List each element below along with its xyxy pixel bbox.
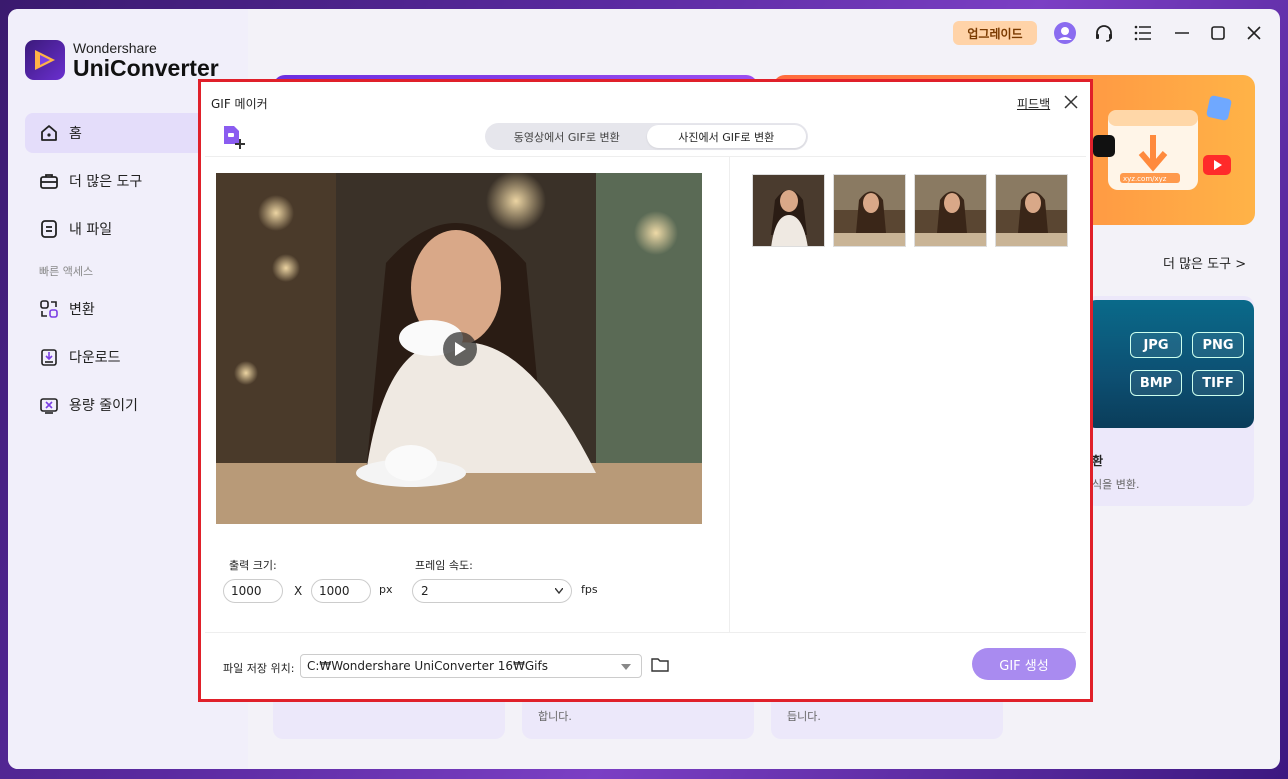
sidebar-item-label: 내 파일 xyxy=(69,222,113,238)
sidebar-item-label: 홈 xyxy=(69,126,82,142)
menu-icon[interactable] xyxy=(1132,22,1154,44)
format-badge: TIFF xyxy=(1192,370,1244,396)
card-description: 식을 변환. xyxy=(1092,478,1140,491)
product-name: UniConverter xyxy=(73,54,219,81)
sidebar-item-label: 용량 줄이기 xyxy=(69,398,138,414)
create-gif-button[interactable]: GIF 생성 xyxy=(972,648,1076,680)
download-icon xyxy=(39,347,59,367)
headset-icon[interactable] xyxy=(1093,22,1115,44)
save-path-select[interactable]: C:₩Wondershare UniConverter 16₩Gifs xyxy=(300,654,642,678)
frame-rate-label: 프레임 속도: xyxy=(415,559,473,572)
app-logo: Wondershare UniConverter xyxy=(25,40,219,80)
chevron-down-icon xyxy=(555,588,563,594)
thumbnail[interactable] xyxy=(914,174,987,247)
maximize-icon[interactable] xyxy=(1207,22,1229,44)
divider xyxy=(205,632,1086,633)
quick-access-label: 빠른 액세스 xyxy=(39,265,94,278)
play-button[interactable] xyxy=(443,332,477,366)
dialog-title: GIF 메이커 xyxy=(211,97,268,111)
thumbnail-strip xyxy=(752,174,1068,247)
user-avatar-icon[interactable] xyxy=(1054,22,1076,44)
tab-photo-to-gif[interactable]: 사진에서 GIF로 변환 xyxy=(646,125,806,148)
frame-rate-value: 2 xyxy=(421,584,429,598)
width-input[interactable]: 1000 xyxy=(223,579,283,603)
brand-name: Wondershare xyxy=(73,39,157,56)
file-icon xyxy=(39,219,59,239)
gif-maker-dialog: GIF 메이커 피드백 동영상에서 GIF로 변환 사진에서 GIF로 변환 출… xyxy=(205,86,1086,695)
dropdown-triangle-icon xyxy=(621,664,631,670)
play-icon xyxy=(455,342,466,356)
height-input[interactable]: 1000 xyxy=(311,579,371,603)
sidebar-item-label: 더 많은 도구 xyxy=(69,174,143,190)
card-title: 환 xyxy=(1092,454,1104,468)
size-separator: X xyxy=(294,584,303,598)
image-convert-card-image: JPG PNG BMP TIFF xyxy=(1086,300,1254,428)
upgrade-button[interactable]: 업그레이드 xyxy=(953,21,1037,45)
gif-maker-dialog-highlight: GIF 메이커 피드백 동영상에서 GIF로 변환 사진에서 GIF로 변환 출… xyxy=(198,79,1093,702)
preview-image xyxy=(216,173,702,524)
toolbox-icon xyxy=(39,171,59,191)
tab-video-to-gif[interactable]: 동영상에서 GIF로 변환 xyxy=(487,125,647,148)
sidebar-item-label: 변환 xyxy=(69,302,95,318)
uniconverter-logo-icon xyxy=(25,40,65,80)
tool-card-desc: 듭니다. xyxy=(787,710,821,723)
add-file-icon[interactable] xyxy=(221,124,247,150)
thumbnail[interactable] xyxy=(752,174,825,247)
save-path-value: C:₩Wondershare UniConverter 16₩Gifs xyxy=(307,659,548,673)
frame-rate-select[interactable]: 2 xyxy=(412,579,572,603)
sidebar-item-more-tools[interactable]: 더 많은 도구 xyxy=(25,161,225,201)
home-icon xyxy=(39,123,59,143)
divider xyxy=(205,156,1086,157)
sidebar-item-home[interactable]: 홈 xyxy=(25,113,225,153)
mode-tabs: 동영상에서 GIF로 변환 사진에서 GIF로 변환 xyxy=(485,123,808,150)
feedback-link[interactable]: 피드백 xyxy=(1017,95,1050,112)
banner-url-text: xyz.com/xyz xyxy=(1123,175,1167,183)
folder-icon[interactable] xyxy=(651,656,669,672)
sidebar-item-label: 다운로드 xyxy=(69,350,121,366)
format-badge: PNG xyxy=(1192,332,1244,358)
output-size-label: 출력 크기: xyxy=(229,559,277,572)
more-tools-link[interactable]: 더 많은 도구 > xyxy=(1163,253,1246,272)
sidebar-item-convert[interactable]: 변환 xyxy=(25,289,225,329)
compress-icon xyxy=(39,395,59,415)
convert-icon xyxy=(39,299,59,319)
minimize-icon[interactable] xyxy=(1171,22,1193,44)
image-convert-card[interactable]: JPG PNG BMP TIFF 환 식을 변환. xyxy=(1086,296,1254,506)
save-location-label: 파일 저장 위치: xyxy=(223,662,295,675)
sidebar-item-compress[interactable]: 용량 줄이기 xyxy=(25,385,225,425)
fps-unit: fps xyxy=(581,583,598,596)
px-unit: px xyxy=(379,583,393,596)
thumbnail[interactable] xyxy=(995,174,1068,247)
sidebar-item-my-files[interactable]: 내 파일 xyxy=(25,209,225,249)
format-badge: JPG xyxy=(1130,332,1182,358)
window-close-icon[interactable] xyxy=(1243,22,1265,44)
thumbnail[interactable] xyxy=(833,174,906,247)
divider xyxy=(729,157,730,632)
sidebar-item-download[interactable]: 다운로드 xyxy=(25,337,225,377)
tool-card-desc: 합니다. xyxy=(538,710,572,723)
dialog-close-icon[interactable] xyxy=(1063,94,1079,110)
format-badge: BMP xyxy=(1130,370,1182,396)
